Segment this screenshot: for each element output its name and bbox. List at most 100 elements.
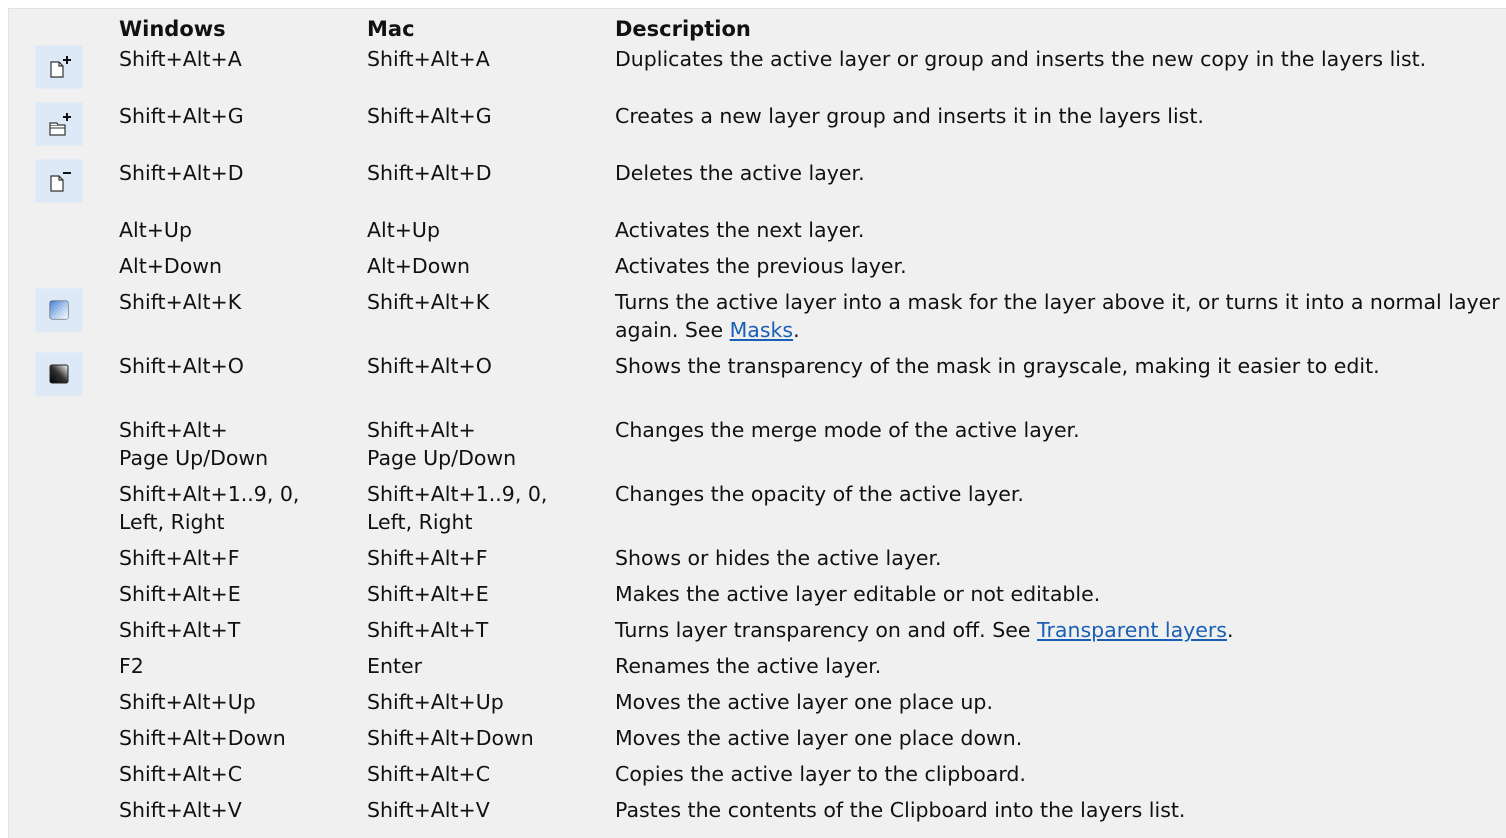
icon-column-header <box>35 15 119 45</box>
table-header-row: Windows Mac Description <box>35 15 1506 45</box>
mac-shortcut: Alt+Up <box>367 218 440 242</box>
table-row: Shift+Alt+G Shift+Alt+G Creates a new la… <box>35 102 1506 159</box>
windows-shortcut: Shift+Alt+Up <box>119 690 256 714</box>
mac-shortcut-line2: Page Up/Down <box>367 446 517 470</box>
shortcut-description: Duplicates the active layer or group and… <box>615 47 1427 71</box>
shortcut-description: Deletes the active layer. <box>615 161 865 185</box>
table-row: Alt+Up Alt+Up Activates the next layer. <box>35 216 1506 252</box>
shortcut-description: Pastes the contents of the Clipboard int… <box>615 798 1186 822</box>
icon-cell <box>35 480 119 544</box>
mac-shortcut: Shift+Alt+C <box>367 762 491 786</box>
windows-shortcut-line1: Shift+Alt+ <box>119 418 228 442</box>
mac-shortcut: Shift+Alt+A <box>367 47 490 71</box>
mask-grayscale-icon[interactable] <box>35 352 83 396</box>
table-row: Shift+Alt+ Page Up/Down Shift+Alt+ Page Up… <box>35 416 1506 480</box>
windows-shortcut: Shift+Alt+V <box>119 798 242 822</box>
icon-cell <box>35 288 119 352</box>
icon-cell <box>35 45 119 102</box>
layer-shortcuts-table: Windows Mac Description Shift+Alt+A Shif… <box>35 15 1506 832</box>
table-row: Shift+Alt+T Shift+Alt+T Turns layer tran… <box>35 616 1506 652</box>
icon-cell <box>35 724 119 760</box>
mac-shortcut: Shift+Alt+1..9, 0, Left, Right <box>367 480 615 544</box>
mac-shortcut: Alt+Down <box>367 254 471 278</box>
mac-shortcut: Shift+Alt+ Page Up/Down <box>367 416 615 480</box>
duplicate-layer-icon[interactable] <box>35 45 83 89</box>
windows-shortcut: Shift+Alt+F <box>119 546 240 570</box>
mac-shortcut: Shift+Alt+V <box>367 798 490 822</box>
mac-shortcut: Shift+Alt+F <box>367 546 488 570</box>
mac-shortcut: Shift+Alt+K <box>367 290 490 314</box>
table-row: Shift+Alt+D Shift+Alt+D Deletes the acti… <box>35 159 1506 216</box>
shortcut-description: Turns layer transparency on and off. See… <box>615 616 1506 652</box>
shortcut-description: Creates a new layer group and inserts it… <box>615 104 1204 128</box>
table-row: Shift+Alt+A Shift+Alt+A Duplicates the a… <box>35 45 1506 102</box>
windows-shortcut: Shift+Alt+O <box>119 354 244 378</box>
table-row: Alt+Down Alt+Down Activates the previous… <box>35 252 1506 288</box>
table-row: Shift+Alt+Up Shift+Alt+Up Moves the acti… <box>35 688 1506 724</box>
windows-shortcut-line2: Left, Right <box>119 510 225 534</box>
icon-cell <box>35 760 119 796</box>
table-row: Shift+Alt+O Shift+Alt+O Shows the transp… <box>35 352 1506 416</box>
shortcut-description: Turns the active layer into a mask for t… <box>615 288 1506 352</box>
mac-shortcut-line1: Shift+Alt+1..9, 0, <box>367 482 548 506</box>
shortcut-description: Activates the next layer. <box>615 218 865 242</box>
mac-shortcut: Shift+Alt+D <box>367 161 492 185</box>
icon-cell <box>35 616 119 652</box>
transparent-layers-link[interactable]: Transparent layers <box>1037 618 1227 642</box>
new-layer-group-icon[interactable] <box>35 102 83 146</box>
description-text-end: . <box>1226 618 1234 642</box>
description-text: Turns layer transparency on and off. See <box>615 618 1037 642</box>
shortcut-description: Moves the active layer one place up. <box>615 690 993 714</box>
shortcut-description: Changes the opacity of the active layer. <box>615 482 1024 506</box>
windows-shortcut: Alt+Up <box>119 218 192 242</box>
mac-shortcut-line1: Shift+Alt+ <box>367 418 476 442</box>
windows-shortcut: Shift+Alt+D <box>119 161 244 185</box>
mac-shortcut: Shift+Alt+T <box>367 618 489 642</box>
shortcut-description: Copies the active layer to the clipboard… <box>615 762 1026 786</box>
mac-shortcut: Shift+Alt+E <box>367 582 489 606</box>
table-row: Shift+Alt+V Shift+Alt+V Pastes the conte… <box>35 796 1506 832</box>
table-row: Shift+Alt+F Shift+Alt+F Shows or hides t… <box>35 544 1506 580</box>
delete-layer-icon[interactable] <box>35 159 83 203</box>
windows-shortcut-line1: Shift+Alt+1..9, 0, <box>119 482 300 506</box>
mac-shortcut: Shift+Alt+G <box>367 104 492 128</box>
windows-shortcut: Alt+Down <box>119 254 223 278</box>
mac-shortcut-line2: Left, Right <box>367 510 473 534</box>
windows-shortcut: F2 <box>119 654 144 678</box>
shortcut-description: Renames the active layer. <box>615 654 882 678</box>
icon-cell <box>35 159 119 216</box>
mac-shortcut: Enter <box>367 654 423 678</box>
icon-cell <box>35 652 119 688</box>
icon-cell <box>35 416 119 480</box>
mask-layer-icon[interactable] <box>35 288 83 332</box>
shortcut-description: Shows or hides the active layer. <box>615 546 942 570</box>
icon-cell <box>35 688 119 724</box>
windows-shortcut: Shift+Alt+ Page Up/Down <box>119 416 367 480</box>
masks-link[interactable]: Masks <box>730 318 793 342</box>
shortcut-description: Activates the previous layer. <box>615 254 907 278</box>
icon-cell <box>35 580 119 616</box>
shortcuts-panel: Windows Mac Description Shift+Alt+A Shif… <box>8 8 1506 838</box>
table-row: Shift+Alt+K Shift+Alt+K Turns the active… <box>35 288 1506 352</box>
windows-column-header: Windows <box>119 17 226 41</box>
table-row: Shift+Alt+E Shift+Alt+E Makes the active… <box>35 580 1506 616</box>
shortcut-description: Makes the active layer editable or not e… <box>615 582 1101 606</box>
icon-cell <box>35 102 119 159</box>
windows-shortcut: Shift+Alt+E <box>119 582 241 606</box>
shortcut-description: Changes the merge mode of the active lay… <box>615 418 1080 442</box>
table-row: F2 Enter Renames the active layer. <box>35 652 1506 688</box>
shortcut-description: Shows the transparency of the mask in gr… <box>615 354 1380 378</box>
icon-cell <box>35 216 119 252</box>
description-text-end: . <box>793 318 800 342</box>
description-column-header: Description <box>615 17 751 41</box>
mac-column-header: Mac <box>367 17 415 41</box>
mac-shortcut: Shift+Alt+Down <box>367 726 534 750</box>
windows-shortcut: Shift+Alt+G <box>119 104 244 128</box>
windows-shortcut: Shift+Alt+K <box>119 290 242 314</box>
icon-cell <box>35 252 119 288</box>
windows-shortcut: Shift+Alt+A <box>119 47 242 71</box>
icon-cell <box>35 352 119 416</box>
mac-shortcut: Shift+Alt+O <box>367 354 492 378</box>
icon-cell <box>35 796 119 832</box>
mac-shortcut: Shift+Alt+Up <box>367 690 504 714</box>
